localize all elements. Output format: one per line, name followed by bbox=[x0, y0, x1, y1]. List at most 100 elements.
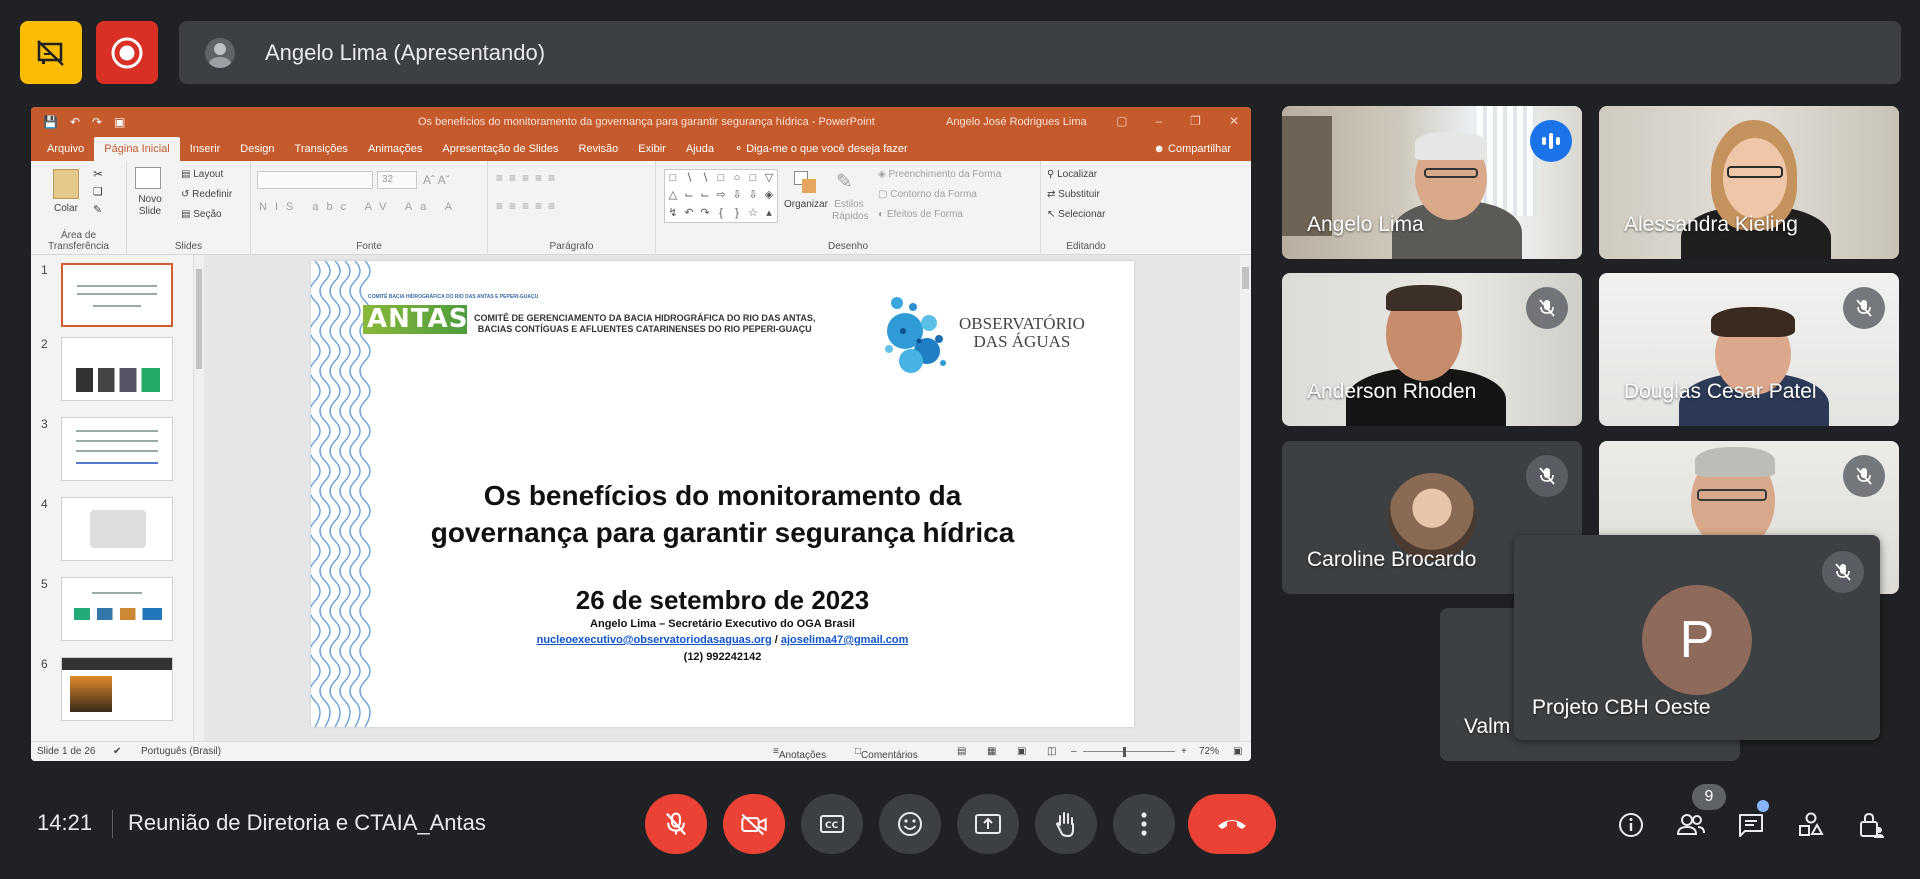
shape-outline-button[interactable]: ▢ Contorno da Forma bbox=[878, 189, 977, 200]
quick-styles-icon[interactable]: ✎ bbox=[836, 169, 853, 194]
activities-button[interactable] bbox=[1792, 806, 1830, 844]
align-icons[interactable]: ≡≡≡≡≡ bbox=[496, 199, 561, 213]
tab-transicoes[interactable]: Transições bbox=[285, 143, 358, 161]
mic-toggle-button[interactable] bbox=[645, 794, 707, 854]
participant-tile-anderson[interactable]: Anderson Rhoden bbox=[1282, 273, 1582, 426]
email-link-1[interactable]: nucleoexecutivo@observatoriodasaguas.org bbox=[537, 634, 772, 646]
slide-thumbnail-5[interactable] bbox=[61, 577, 173, 641]
present-icon[interactable]: ▣ bbox=[114, 115, 125, 129]
slide-sorter-icon[interactable]: ▦ bbox=[987, 746, 996, 757]
captions-icon: CC bbox=[820, 815, 844, 833]
camera-toggle-button[interactable] bbox=[723, 794, 785, 854]
minimize-icon[interactable]: – bbox=[1155, 114, 1162, 128]
thumbnail-scrollbar[interactable] bbox=[194, 255, 204, 741]
people-button[interactable] bbox=[1672, 806, 1710, 844]
participant-tile-alessandra[interactable]: Alessandra Kieling bbox=[1599, 106, 1899, 259]
chat-button[interactable] bbox=[1732, 806, 1770, 844]
arrange-icon[interactable] bbox=[792, 169, 818, 195]
format-painter-icon[interactable]: ✎ bbox=[93, 203, 102, 216]
raise-hand-button[interactable] bbox=[1035, 794, 1097, 854]
paste-button[interactable]: Colar bbox=[54, 203, 78, 214]
tab-pagina-inicial[interactable]: Página Inicial bbox=[94, 137, 180, 161]
select-button[interactable]: ↖ Selecionar bbox=[1047, 209, 1105, 220]
paste-icon[interactable] bbox=[53, 169, 79, 199]
observatorio-logo-text: OBSERVATÓRIO DAS ÁGUAS bbox=[959, 315, 1085, 351]
zoom-level[interactable]: 72% bbox=[1199, 746, 1219, 757]
reset-button[interactable]: ↺ Redefinir bbox=[181, 189, 232, 200]
tab-inserir[interactable]: Inserir bbox=[180, 143, 231, 161]
layout-button[interactable]: ▤ Layout bbox=[181, 169, 223, 180]
cut-icon[interactable]: ✂ bbox=[93, 167, 103, 181]
zoom-out-icon[interactable]: – bbox=[1071, 746, 1077, 757]
slide-thumbnail-1[interactable] bbox=[61, 263, 173, 327]
zoom-in-icon[interactable]: + bbox=[1181, 746, 1187, 757]
participant-name: Anderson Rhoden bbox=[1307, 380, 1477, 403]
find-button[interactable]: ⚲ Localizar bbox=[1047, 169, 1097, 180]
font-name-combo[interactable] bbox=[257, 171, 373, 189]
tab-design[interactable]: Design bbox=[230, 143, 284, 161]
undo-icon[interactable]: ↶ bbox=[70, 115, 80, 129]
meeting-details-button[interactable] bbox=[1612, 806, 1650, 844]
reading-view-icon[interactable]: ▣ bbox=[1017, 746, 1026, 757]
new-slide-button[interactable]: Novo Slide bbox=[133, 194, 167, 218]
tab-arquivo[interactable]: Arquivo bbox=[37, 143, 94, 161]
ribbon-display-icon[interactable]: ▢ bbox=[1116, 114, 1127, 128]
editor-scrollbar[interactable] bbox=[1240, 255, 1251, 741]
email-link-2[interactable]: ajoselima47@gmail.com bbox=[781, 634, 909, 646]
close-icon[interactable]: ✕ bbox=[1229, 114, 1239, 128]
organize-button[interactable]: Organizar bbox=[784, 199, 828, 210]
save-icon[interactable]: 💾 bbox=[43, 115, 58, 129]
redo-icon[interactable]: ↷ bbox=[92, 115, 102, 129]
participant-tile-angelo[interactable]: Angelo Lima bbox=[1282, 106, 1582, 259]
shape-outline-label: Contorno da Forma bbox=[890, 189, 977, 200]
tab-revisao[interactable]: Revisão bbox=[569, 143, 629, 161]
notes-button[interactable]: ≡ Anotações bbox=[773, 746, 826, 761]
tab-exibir[interactable]: Exibir bbox=[628, 143, 676, 161]
leave-call-button[interactable] bbox=[1188, 794, 1276, 854]
captions-button[interactable]: CC bbox=[801, 794, 863, 854]
more-options-button[interactable] bbox=[1113, 794, 1175, 854]
slide-thumbnail-2[interactable] bbox=[61, 337, 173, 401]
participant-tile-douglas[interactable]: Douglas Cesar Patel bbox=[1599, 273, 1899, 426]
zoom-slider-thumb[interactable] bbox=[1123, 747, 1126, 757]
language-status[interactable]: Português (Brasil) bbox=[141, 746, 221, 757]
current-slide[interactable]: COMITÊ BACIA HIDROGRÁFICA DO RIO DAS ANT… bbox=[311, 261, 1134, 727]
slide-thumbnail-4[interactable] bbox=[61, 497, 173, 561]
font-size-combo[interactable]: 32 bbox=[377, 171, 417, 189]
slideshow-icon[interactable]: ◫ bbox=[1047, 746, 1056, 757]
fit-slide-icon[interactable]: ▣ bbox=[1233, 746, 1242, 757]
shape-effects-button[interactable]: ◐ Efeitos de Forma bbox=[878, 209, 963, 220]
zoom-slider[interactable] bbox=[1083, 751, 1175, 752]
tab-apresentacao[interactable]: Apresentação de Slides bbox=[432, 143, 568, 161]
tell-me-search[interactable]: ⚬ Diga-me o que você deseja fazer bbox=[724, 142, 918, 161]
section-button[interactable]: ▤ Seção bbox=[181, 209, 222, 220]
participant-tile-projeto-cbh[interactable]: P Projeto CBH Oeste bbox=[1514, 535, 1880, 740]
slide-thumbnail-6[interactable] bbox=[61, 657, 173, 721]
shapes-gallery[interactable]: □ ∖ ∖ □ ○ □ ▽ △ ⌙ ⌙ ⇨ ⇩ ⇩ ◈ ↯ ↶ ↷{} ☆ ▴ bbox=[664, 169, 778, 223]
reactions-button[interactable] bbox=[879, 794, 941, 854]
new-slide-icon[interactable] bbox=[135, 167, 161, 189]
copy-icon[interactable]: ❏ bbox=[93, 185, 103, 198]
list-icons[interactable]: ≡≡≡≡≡ bbox=[496, 171, 561, 185]
restore-icon[interactable]: ❐ bbox=[1190, 114, 1201, 128]
present-now-button[interactable] bbox=[957, 794, 1019, 854]
tab-ajuda[interactable]: Ajuda bbox=[676, 143, 724, 161]
presentation-off-button[interactable] bbox=[20, 21, 82, 84]
recording-button[interactable] bbox=[96, 21, 158, 84]
slide-thumbnail-3[interactable] bbox=[61, 417, 173, 481]
participant-name: Valm bbox=[1464, 715, 1511, 738]
font-format-icons[interactable]: NIS abc AV Aa A bbox=[259, 201, 460, 213]
projeto-avatar: P bbox=[1642, 585, 1752, 695]
grow-font-icon[interactable]: Aˆ Aˇ bbox=[423, 173, 450, 187]
tab-animacoes[interactable]: Animações bbox=[358, 143, 432, 161]
comments-button[interactable]: □ Comentários bbox=[855, 746, 918, 761]
accessibility-icon[interactable]: ✔ bbox=[113, 746, 121, 757]
share-button[interactable]: ☻ Compartilhar bbox=[1153, 143, 1231, 155]
select-label: Selecionar bbox=[1058, 209, 1106, 220]
mic-off-icon bbox=[666, 812, 686, 836]
host-controls-button[interactable] bbox=[1852, 806, 1890, 844]
normal-view-icon[interactable]: ▤ bbox=[957, 746, 966, 757]
replace-button[interactable]: ⇄ Substituir bbox=[1047, 189, 1100, 200]
quick-styles-button[interactable]: Estilos Rápidos bbox=[832, 199, 869, 223]
shape-fill-button[interactable]: ◈ Preenchimento da Forma bbox=[878, 169, 1001, 180]
